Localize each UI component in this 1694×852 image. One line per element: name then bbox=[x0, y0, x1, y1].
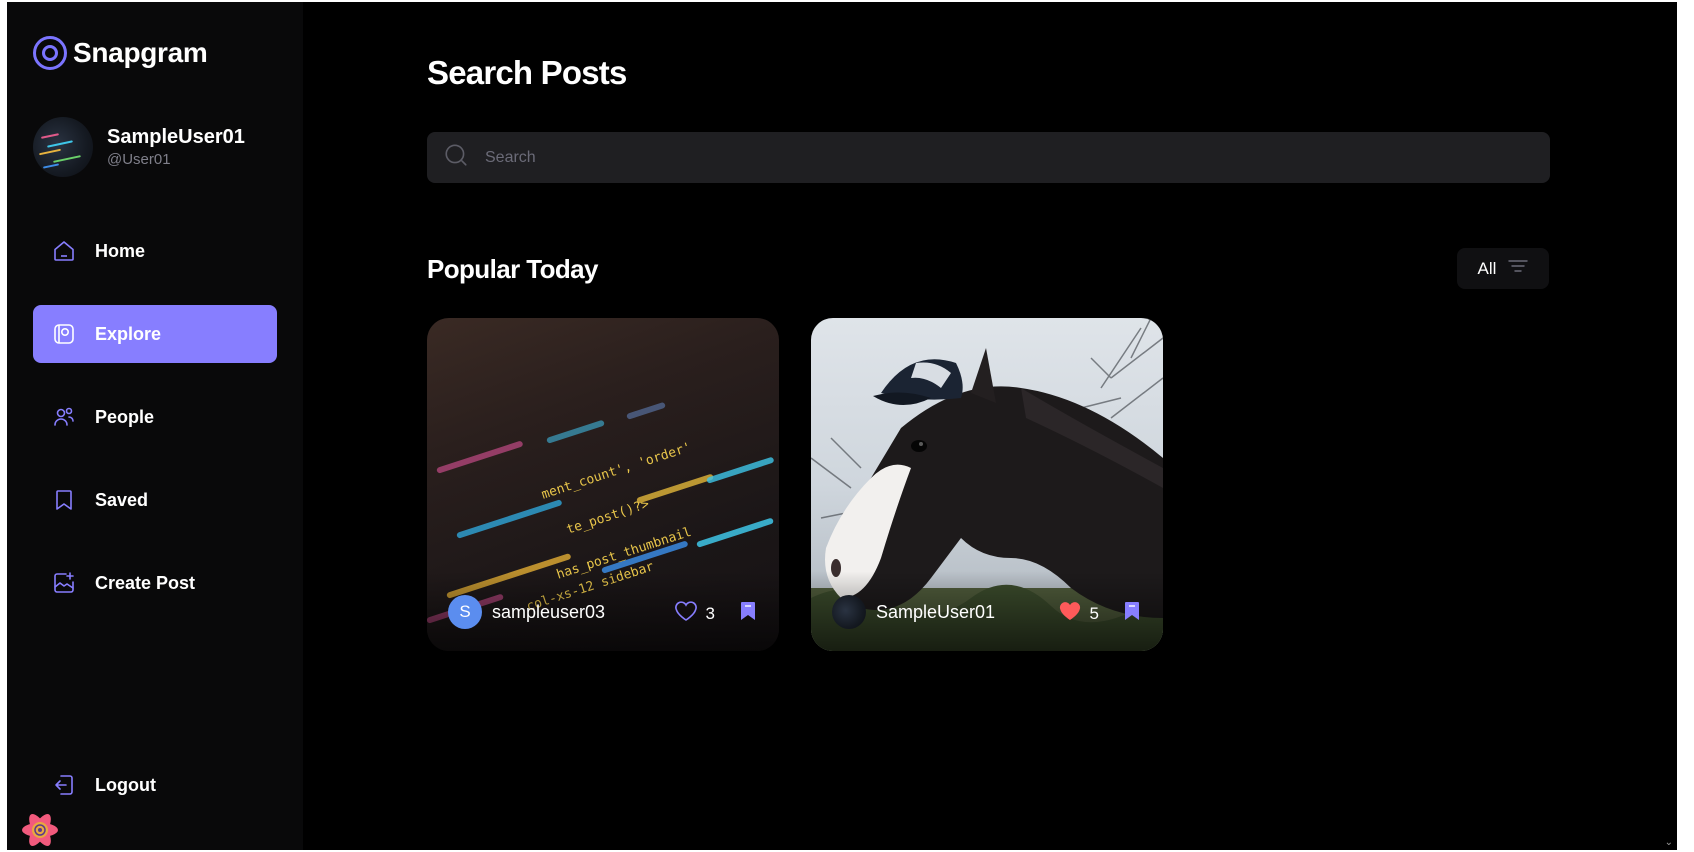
filter-icon bbox=[1508, 258, 1529, 279]
sidebar-nav: Home Explore People Saved Create Post bbox=[33, 222, 277, 637]
main-content: Search Posts Popular Today All bbox=[303, 2, 1677, 850]
sidebar-item-label: Explore bbox=[95, 323, 162, 344]
like-icon[interactable] bbox=[674, 600, 698, 627]
profile-handle: @User01 bbox=[107, 151, 171, 168]
liked-icon[interactable] bbox=[1058, 600, 1082, 627]
filter-label: All bbox=[1477, 258, 1497, 278]
app-logo[interactable]: Snapgram bbox=[33, 36, 208, 70]
sidebar-item-people[interactable]: People bbox=[33, 388, 277, 446]
sidebar-item-saved[interactable]: Saved bbox=[33, 471, 277, 529]
section-title: Popular Today bbox=[427, 254, 598, 284]
people-icon bbox=[51, 404, 77, 430]
home-icon bbox=[51, 238, 77, 264]
sidebar: Snapgram SampleUser01 @User01 Home Explo… bbox=[7, 2, 303, 850]
sidebar-item-label: Saved bbox=[95, 489, 149, 510]
like-count: 3 bbox=[705, 603, 715, 623]
sidebar-item-label: Home bbox=[95, 240, 146, 261]
app-name: Snapgram bbox=[73, 37, 208, 68]
create-post-icon bbox=[51, 570, 77, 596]
filter-button[interactable]: All bbox=[1457, 248, 1549, 289]
sidebar-item-home[interactable]: Home bbox=[33, 222, 277, 280]
post-author-name: sampleuser03 bbox=[492, 601, 606, 622]
profile-name: SampleUser01 bbox=[107, 126, 245, 148]
sidebar-item-create-post[interactable]: Create Post bbox=[33, 554, 277, 612]
post-card[interactable]: SampleUser01 5 bbox=[811, 318, 1163, 651]
saved-icon bbox=[51, 487, 77, 513]
post-stats: 5 bbox=[1058, 600, 1141, 627]
post-author[interactable]: S sampleuser03 bbox=[448, 595, 605, 629]
sidebar-item-label: Create Post bbox=[95, 572, 196, 593]
post-author-name: SampleUser01 bbox=[876, 601, 996, 622]
react-devtools-icon[interactable] bbox=[20, 810, 60, 850]
scroll-down-icon[interactable]: ⌄ bbox=[1665, 837, 1673, 848]
logo-icon bbox=[33, 36, 67, 70]
search-input[interactable] bbox=[485, 148, 1525, 167]
sidebar-item-explore[interactable]: Explore bbox=[33, 305, 277, 363]
logout-icon bbox=[51, 772, 77, 798]
search-bar[interactable] bbox=[427, 132, 1550, 183]
avatar: S bbox=[448, 595, 482, 629]
like-count: 5 bbox=[1089, 603, 1099, 623]
logout-button[interactable]: Logout bbox=[51, 772, 156, 798]
post-grid: ment_count', 'order' te_post()?> has_pos… bbox=[427, 318, 1163, 651]
page-title: Search Posts bbox=[427, 54, 627, 91]
save-icon[interactable] bbox=[739, 601, 757, 626]
search-icon bbox=[443, 142, 469, 173]
avatar bbox=[33, 117, 93, 177]
app-window: Snapgram SampleUser01 @User01 Home Explo… bbox=[7, 2, 1677, 850]
save-icon[interactable] bbox=[1123, 601, 1141, 626]
post-stats: 3 bbox=[674, 600, 757, 627]
explore-icon bbox=[51, 321, 77, 347]
sidebar-item-label: People bbox=[95, 406, 155, 427]
post-author[interactable]: SampleUser01 bbox=[832, 595, 995, 629]
avatar bbox=[832, 595, 866, 629]
logout-label: Logout bbox=[95, 774, 156, 795]
post-card[interactable]: ment_count', 'order' te_post()?> has_pos… bbox=[427, 318, 779, 651]
profile-card[interactable]: SampleUser01 @User01 bbox=[33, 117, 245, 177]
